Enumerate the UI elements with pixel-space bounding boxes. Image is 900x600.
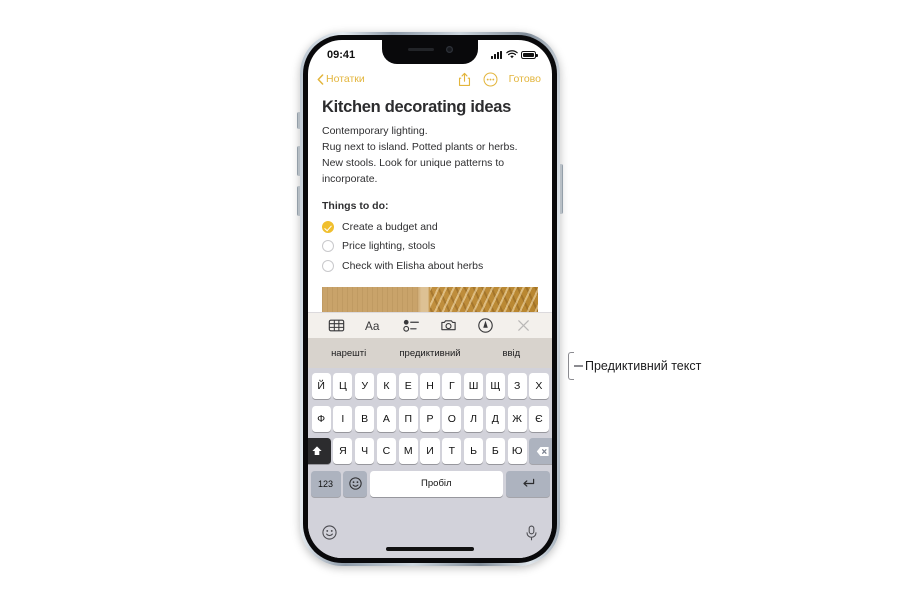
- onscreen-keyboard: Й Ц У К Е Н Г Ш Щ З Х Ф І В А П Р О Л Д …: [308, 368, 552, 520]
- key[interactable]: Л: [463, 405, 484, 432]
- key[interactable]: И: [420, 438, 440, 464]
- key[interactable]: Ж: [507, 405, 527, 432]
- chevron-left-icon: [317, 73, 324, 85]
- key[interactable]: Щ: [485, 373, 505, 399]
- key[interactable]: К: [376, 373, 397, 399]
- notch: [382, 40, 478, 64]
- shift-up-icon[interactable]: [308, 438, 331, 464]
- emoji-smiley-icon[interactable]: [322, 525, 337, 540]
- numbers-key[interactable]: 123: [310, 470, 341, 497]
- key[interactable]: У: [355, 373, 375, 399]
- annotation-leader-line: [574, 365, 583, 367]
- phone-bezel: 09:41 Нотатки Готово Kitchen decorating …: [303, 35, 557, 563]
- key[interactable]: Є: [529, 405, 549, 432]
- note-content[interactable]: Kitchen decorating ideas Contemporary li…: [308, 92, 552, 329]
- table-icon[interactable]: [328, 317, 345, 334]
- camera-icon[interactable]: [440, 317, 457, 334]
- cellular-signal-icon: [491, 50, 502, 59]
- key[interactable]: Ф: [311, 405, 331, 432]
- predictive-suggestion[interactable]: ввід: [471, 348, 552, 359]
- note-line: incorporate.: [322, 173, 378, 185]
- key[interactable]: Р: [420, 405, 440, 432]
- text-format-aa-icon[interactable]: Aa: [365, 317, 382, 334]
- keyboard-row-2: Ф І В А П Р О Л Д Ж Є: [311, 405, 550, 432]
- key[interactable]: В: [355, 405, 375, 432]
- back-to-notes-button[interactable]: Нотатки: [317, 73, 365, 85]
- key[interactable]: Ц: [333, 373, 353, 399]
- battery-full-icon: [521, 50, 538, 59]
- key[interactable]: Ь: [463, 438, 484, 464]
- key[interactable]: П: [398, 405, 418, 432]
- close-icon[interactable]: [515, 317, 532, 334]
- key[interactable]: Й: [311, 373, 331, 399]
- note-line: New stools. Look for unique patterns to: [322, 157, 505, 169]
- note-line: Rug next to island. Potted plants or her…: [322, 141, 518, 153]
- keyboard-row-1: Й Ц У К Е Н Г Ш Щ З Х: [311, 373, 550, 399]
- microphone-icon[interactable]: [525, 525, 538, 541]
- note-nav-bar: Нотатки Готово: [308, 66, 552, 92]
- checklist: Create a budget and Price lighting, stoo…: [322, 217, 538, 276]
- annotation-label: Предиктивний текст: [585, 359, 702, 373]
- phone-screen: 09:41 Нотатки Готово Kitchen decorating …: [308, 40, 552, 558]
- phone-frame: 09:41 Нотатки Готово Kitchen decorating …: [300, 32, 560, 566]
- back-label: Нотатки: [326, 73, 365, 85]
- checklist-icon[interactable]: [403, 317, 420, 334]
- svg-text:Aa: Aa: [365, 319, 380, 333]
- key[interactable]: Х: [529, 373, 549, 399]
- checklist-item[interactable]: Price lighting, stools: [322, 237, 538, 257]
- checkbox-empty-icon[interactable]: [322, 259, 334, 272]
- backspace-icon[interactable]: [529, 438, 552, 464]
- checklist-item-label: Create a budget and: [342, 220, 438, 233]
- more-circle-icon[interactable]: [483, 72, 498, 87]
- front-camera-icon: [445, 46, 453, 53]
- note-paragraph: Contemporary lighting. Rug next to islan…: [322, 123, 538, 187]
- key[interactable]: Ш: [463, 373, 484, 399]
- space-key[interactable]: Пробіл: [369, 470, 503, 497]
- key[interactable]: Ч: [355, 438, 375, 464]
- return-enter-icon[interactable]: [505, 470, 550, 497]
- things-to-do-heading: Things to do:: [322, 200, 389, 212]
- earpiece-speaker-icon: [407, 48, 434, 51]
- key[interactable]: М: [398, 438, 418, 464]
- emoji-smiley-icon[interactable]: [343, 470, 368, 497]
- predictive-suggestion[interactable]: предиктивний: [389, 348, 470, 359]
- note-line: Contemporary lighting.: [322, 125, 428, 137]
- key[interactable]: Т: [442, 438, 462, 464]
- share-icon[interactable]: [457, 72, 472, 87]
- note-title: Kitchen decorating ideas: [322, 98, 512, 116]
- markup-pen-icon[interactable]: [477, 317, 494, 334]
- key[interactable]: І: [333, 405, 353, 432]
- screenshot-canvas: 09:41 Нотатки Готово Kitchen decorating …: [0, 0, 900, 600]
- wifi-icon: [505, 50, 518, 59]
- annotation-callout: Предиктивний текст: [568, 352, 701, 380]
- checkbox-empty-icon[interactable]: [322, 240, 334, 253]
- predictive-suggestion[interactable]: нарешті: [308, 348, 389, 359]
- key[interactable]: Ю: [507, 438, 527, 464]
- key[interactable]: Д: [485, 405, 505, 432]
- key[interactable]: Г: [442, 373, 462, 399]
- note-format-toolbar: Aa: [308, 312, 552, 338]
- checkbox-checked-icon[interactable]: [322, 220, 334, 233]
- checklist-item-label: Price lighting, stools: [342, 240, 436, 253]
- checklist-item[interactable]: Check with Elisha about herbs: [322, 256, 538, 276]
- status-time: 09:41: [327, 48, 356, 61]
- checklist-item[interactable]: Create a budget and: [322, 217, 538, 237]
- key[interactable]: Я: [333, 438, 353, 464]
- predictive-text-bar: нарешті предиктивний ввід: [308, 338, 552, 368]
- key[interactable]: Н: [420, 373, 440, 399]
- keyboard-row-3: Я Ч С М И Т Ь Б Ю: [308, 438, 552, 464]
- key[interactable]: Б: [485, 438, 505, 464]
- key[interactable]: А: [376, 405, 397, 432]
- checklist-item-label: Check with Elisha about herbs: [342, 259, 484, 272]
- key[interactable]: С: [376, 438, 397, 464]
- key[interactable]: О: [442, 405, 462, 432]
- key[interactable]: З: [507, 373, 527, 399]
- done-button[interactable]: Готово: [509, 73, 541, 85]
- keyboard-row-4: 123 Пробіл: [310, 470, 550, 497]
- home-indicator[interactable]: [386, 547, 474, 551]
- key[interactable]: Е: [398, 373, 418, 399]
- keyboard-bottom-bar: [308, 520, 552, 558]
